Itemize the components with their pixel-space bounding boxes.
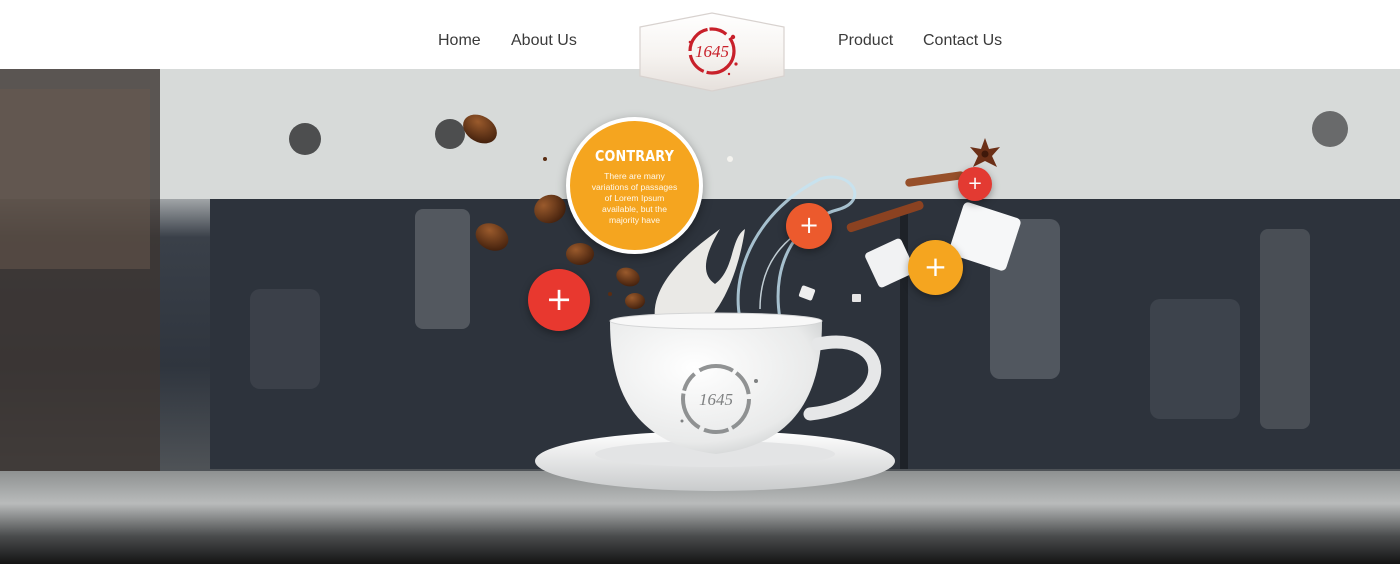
info-bubble-title: CONTRARY: [595, 147, 674, 165]
info-bubble: CONTRARY There are many variations of pa…: [566, 117, 703, 254]
hotspot-plus-button-1[interactable]: +: [528, 269, 590, 331]
nav-product-link[interactable]: Product: [838, 32, 893, 50]
hotspot-plus-button-2[interactable]: +: [786, 203, 832, 249]
nav-about-us-link[interactable]: About Us: [511, 32, 577, 50]
cup-logo-text: 1645: [699, 390, 733, 409]
hotspot-plus-button-4[interactable]: +: [908, 240, 963, 295]
nav-contact-us-link[interactable]: Contact Us: [923, 32, 1002, 50]
hotspot-plus-button-3[interactable]: +: [958, 167, 992, 201]
nav-home-link[interactable]: Home: [438, 32, 481, 50]
brand-logo-badge[interactable]: 1645: [637, 12, 787, 92]
logo-text: 1645: [695, 42, 729, 61]
coffee-scene-illustration: 1645: [0, 69, 1400, 564]
hero-banner: 1645: [0, 69, 1400, 564]
info-bubble-text: There are many variations of passages of…: [591, 171, 678, 225]
